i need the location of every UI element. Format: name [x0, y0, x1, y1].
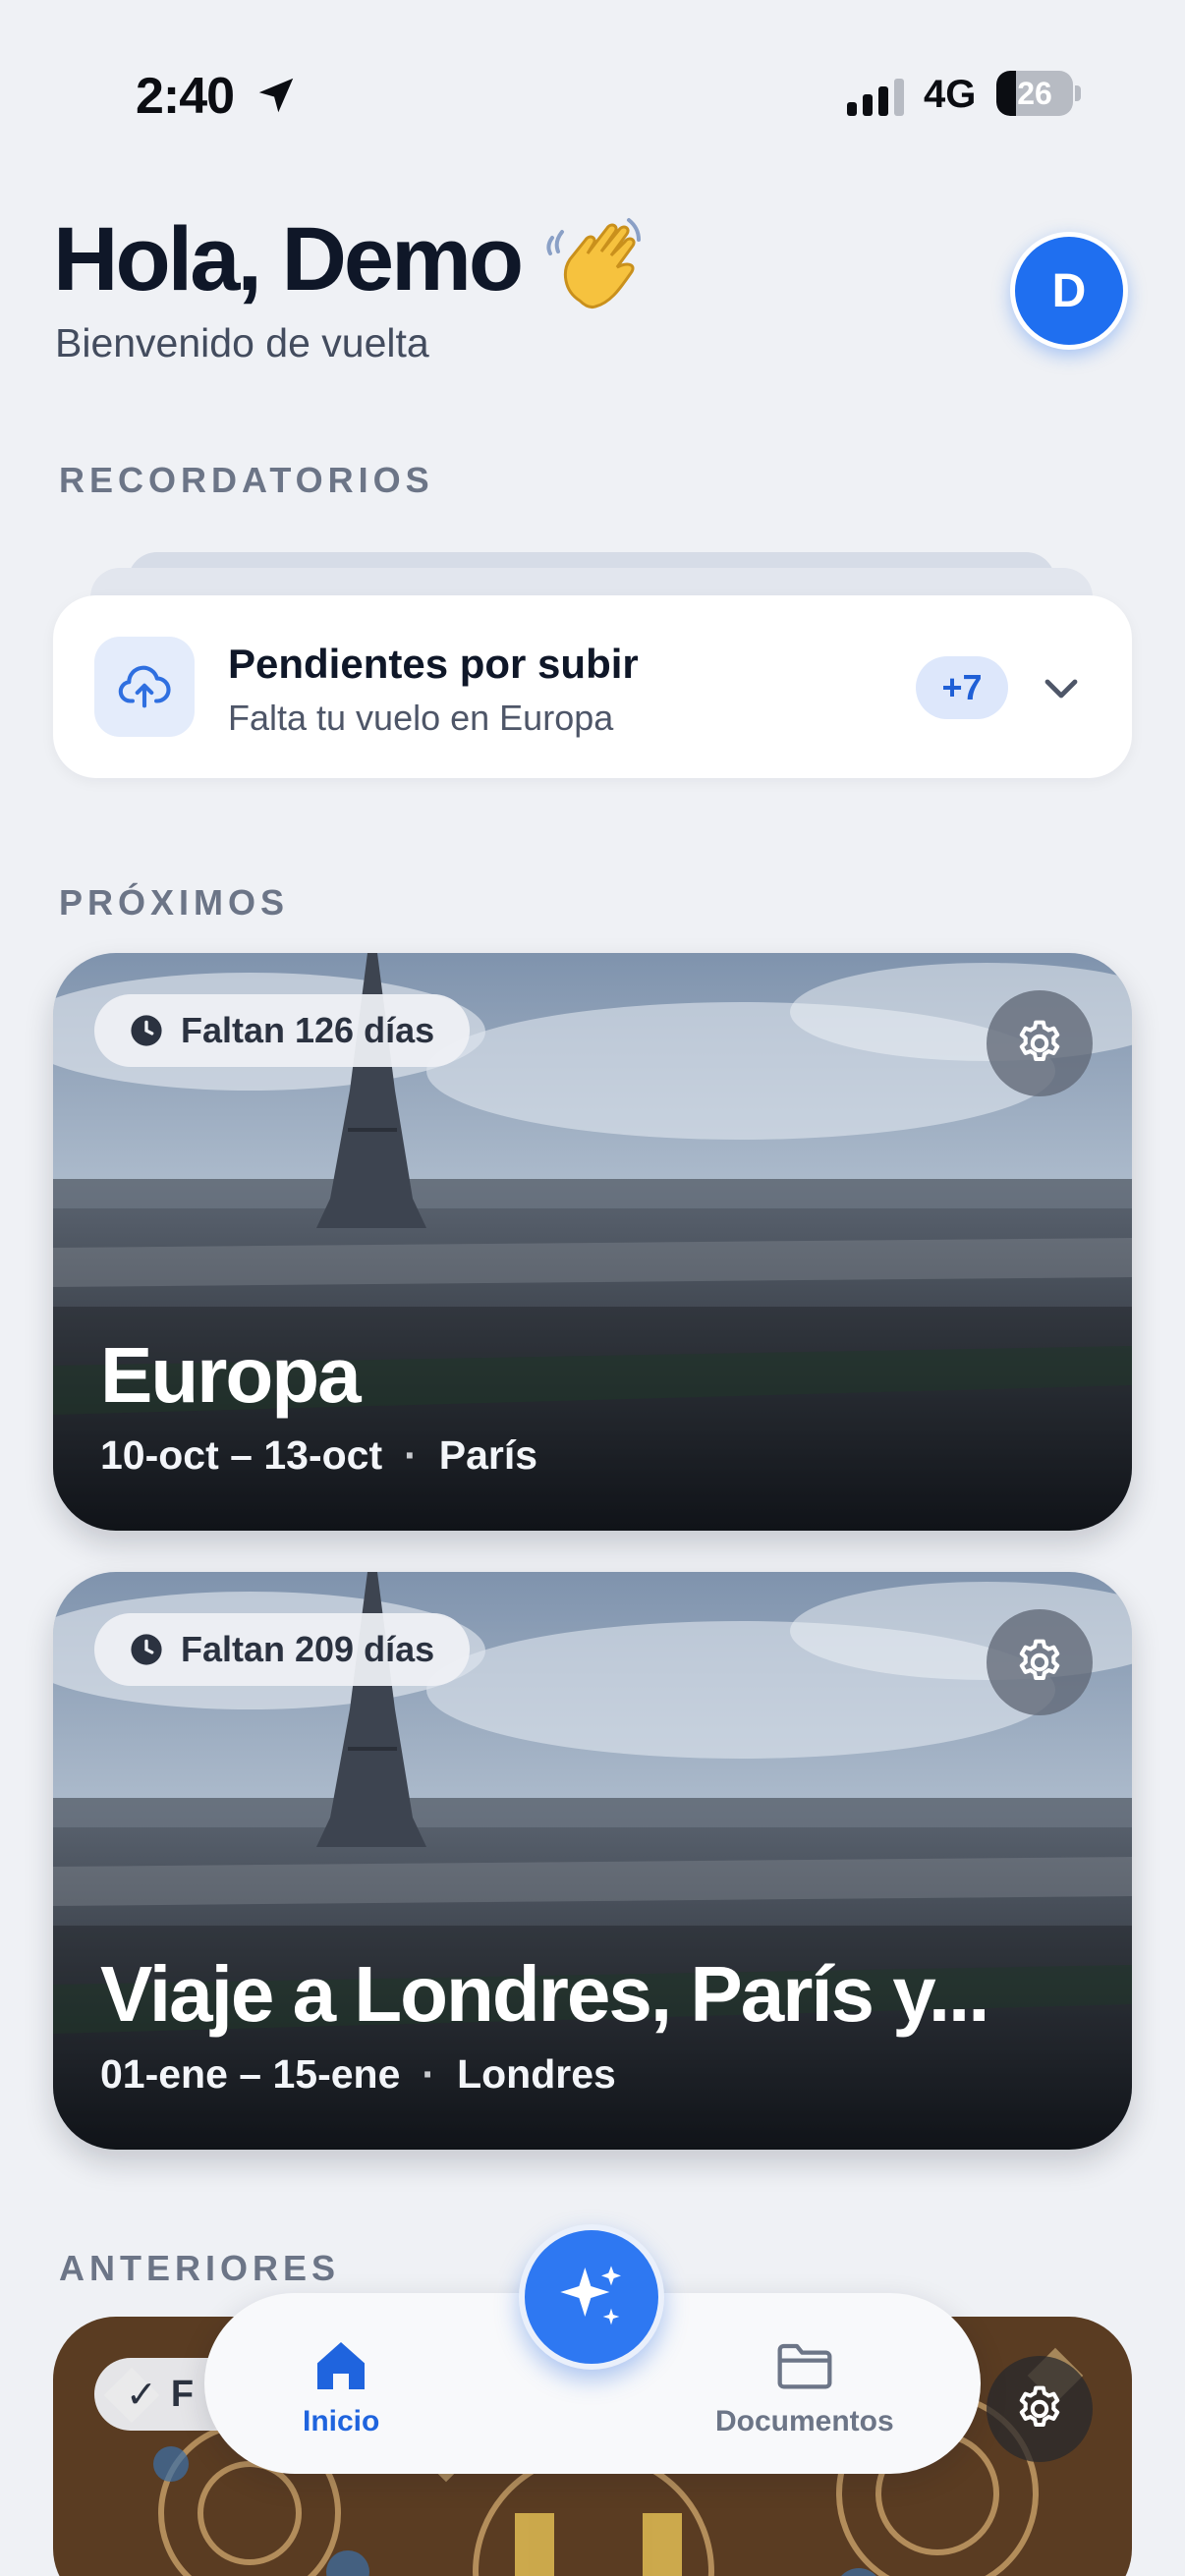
tab-home-label: Inicio [303, 2405, 380, 2437]
trip-card[interactable]: Faltan 209 días Viaje a Londres, París y… [53, 1572, 1132, 2150]
waving-hand-icon [546, 218, 641, 308]
trip-dates: 01-ene – 15-ene [100, 2051, 401, 2097]
trip-title: Viaje a Londres, París y... [100, 1950, 990, 2038]
home-icon [317, 2342, 366, 2389]
trip-dates: 10-oct – 13-oct [100, 1432, 383, 1478]
trip-settings-button[interactable] [987, 1609, 1093, 1715]
welcome-subtitle: Bienvenido de vuelta [55, 320, 429, 365]
reminder-card[interactable]: Pendientes por subir Falta tu vuelo en E… [53, 595, 1132, 778]
battery-indicator: 26 [996, 71, 1081, 116]
trip-meta: 01-ene – 15-ene · Londres [100, 2051, 616, 2098]
days-left-pill: Faltan 209 días [94, 1613, 471, 1686]
trip-meta: 10-oct – 13-oct · París [100, 1432, 537, 1479]
folder-icon [777, 2343, 832, 2389]
days-left-pill: Faltan 126 días [94, 994, 471, 1067]
days-left-text: Faltan 126 días [181, 1010, 435, 1050]
trip-settings-button[interactable] [987, 990, 1093, 1096]
gear-icon [1019, 1639, 1060, 1680]
sparkles-icon [560, 2266, 621, 2325]
trip-title: Europa [100, 1331, 362, 1419]
location-arrow-icon [258, 78, 294, 113]
section-label-reminders: RECORDATORIOS [59, 460, 434, 500]
reminder-subtitle: Falta tu vuelo en Europa [228, 698, 614, 738]
battery-level: 26 [1017, 76, 1052, 111]
trip-city: París [438, 1432, 538, 1478]
avatar[interactable]: D [1010, 232, 1128, 350]
previous-trip-pill-text: F [170, 2373, 195, 2415]
reminder-title: Pendientes por subir [228, 641, 639, 687]
ai-assistant-button[interactable] [519, 2224, 664, 2370]
check-icon: ✓ [126, 2374, 157, 2416]
tab-documents-label: Documentos [715, 2405, 894, 2437]
section-label-upcoming: PRÓXIMOS [59, 882, 290, 923]
meta-separator: · [422, 2051, 436, 2097]
trip-settings-button[interactable] [987, 2356, 1093, 2462]
cloud-upload-icon [94, 637, 195, 737]
status-time: 2:40 [136, 68, 235, 125]
greeting-title: Hola, Demo [53, 209, 524, 309]
section-label-previous: ANTERIORES [59, 2248, 341, 2288]
gear-icon [1019, 2385, 1060, 2427]
meta-separator: · [404, 1432, 418, 1478]
tab-documents[interactable]: Documentos [715, 2334, 894, 2438]
gear-icon [1019, 1020, 1060, 1061]
trip-city: Londres [457, 2051, 616, 2097]
tab-home[interactable]: Inicio [303, 2334, 379, 2438]
trip-card[interactable]: Faltan 126 días Europa 10-oct – 13-oct ·… [53, 953, 1132, 1531]
clock-icon [131, 1015, 162, 1046]
days-left-text: Faltan 209 días [181, 1629, 435, 1669]
reminder-count-badge: +7 [916, 656, 1008, 719]
network-type: 4G [924, 73, 977, 116]
cellular-signal-icon [847, 79, 904, 116]
chevron-down-icon[interactable] [1038, 664, 1085, 711]
clock-icon [131, 1634, 162, 1665]
